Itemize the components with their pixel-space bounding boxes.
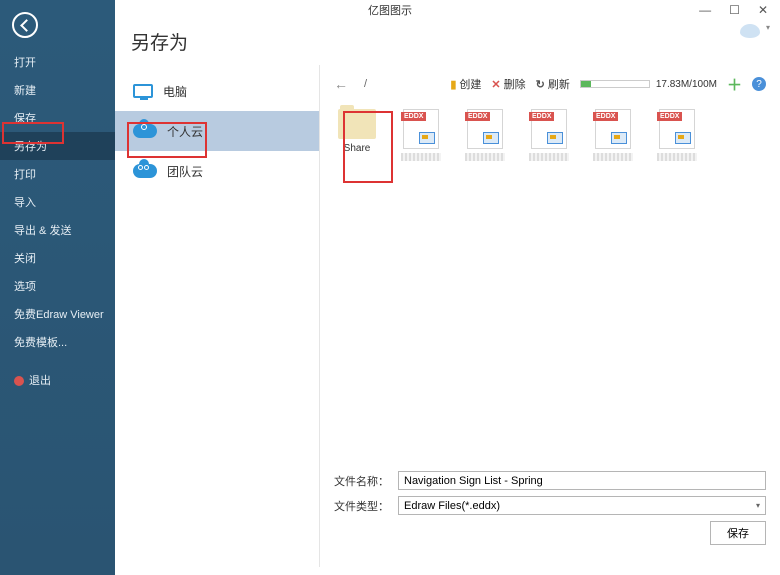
x-icon: ✕ — [491, 78, 500, 91]
file-explorer: ← / ▮创建 ✕删除 ↻刷新 17.83M/100M ＋ ? Share — [320, 65, 780, 567]
eddx-icon — [531, 109, 567, 149]
storage-quota: 17.83M/100M — [580, 79, 717, 90]
eddx-icon — [403, 109, 439, 149]
folder-plus-icon: ▮ — [450, 78, 456, 91]
location-team-cloud[interactable]: 团队云 — [115, 151, 319, 191]
maximize-button[interactable]: ☐ — [729, 3, 740, 17]
location-label: 团队云 — [167, 163, 203, 180]
filetype-select[interactable]: Edraw Files(*.eddx) — [398, 496, 766, 515]
location-personal-cloud[interactable]: 个人云 — [115, 111, 319, 151]
window-title: 亿图图示 — [368, 2, 412, 18]
team-cloud-icon — [133, 164, 157, 178]
filename-input[interactable] — [398, 471, 766, 490]
folder-share[interactable]: Share — [334, 109, 380, 161]
add-storage-button[interactable]: ＋ — [727, 74, 742, 95]
sidebar-item-templates[interactable]: 免费模板... — [0, 328, 115, 356]
sidebar-item-print[interactable]: 打印 — [0, 160, 115, 188]
file-item[interactable] — [590, 109, 636, 161]
filetype-label: 文件类型： — [334, 498, 390, 514]
file-label — [465, 153, 505, 161]
personal-cloud-icon — [133, 124, 157, 138]
close-button[interactable]: ✕ — [758, 3, 768, 17]
minimize-button[interactable]: — — [699, 3, 711, 17]
sidebar-item-close[interactable]: 关闭 — [0, 244, 115, 272]
file-item[interactable] — [654, 109, 700, 161]
breadcrumb[interactable]: / — [364, 78, 367, 90]
eddx-icon — [595, 109, 631, 149]
file-label — [529, 153, 569, 161]
location-computer[interactable]: 电脑 — [115, 71, 319, 111]
filename-label: 文件名称： — [334, 473, 390, 489]
help-button[interactable]: ? — [752, 77, 766, 91]
main-panel: 另存为 电脑 个人云 团队云 ← / ▮创建 ✕删除 ↻刷新 — [115, 0, 780, 575]
explorer-toolbar: ← / ▮创建 ✕删除 ↻刷新 17.83M/100M ＋ ? — [334, 73, 766, 95]
location-label: 个人云 — [167, 123, 203, 140]
file-label — [593, 153, 633, 161]
nav-back-icon[interactable]: ← — [334, 76, 348, 92]
save-button[interactable]: 保存 — [710, 521, 766, 545]
eddx-icon — [467, 109, 503, 149]
quota-text: 17.83M/100M — [656, 79, 717, 90]
sidebar-item-new[interactable]: 新建 — [0, 76, 115, 104]
create-button[interactable]: ▮创建 — [450, 76, 481, 92]
quota-bar — [580, 80, 650, 88]
sidebar-item-exit[interactable]: 退出 — [0, 366, 115, 394]
eddx-icon — [659, 109, 695, 149]
refresh-icon: ↻ — [536, 78, 545, 91]
file-label: Share — [344, 143, 371, 154]
sidebar-item-open[interactable]: 打开 — [0, 48, 115, 76]
delete-button[interactable]: ✕删除 — [491, 76, 525, 92]
sidebar-item-save[interactable]: 保存 — [0, 104, 115, 132]
location-label: 电脑 — [163, 83, 187, 100]
sidebar-item-saveas[interactable]: 另存为 — [0, 132, 115, 160]
file-label — [401, 153, 441, 161]
file-item[interactable] — [462, 109, 508, 161]
file-label — [657, 153, 697, 161]
file-item[interactable] — [398, 109, 444, 161]
titlebar: 亿图图示 — ☐ ✕ — [0, 0, 780, 20]
sidebar-item-export[interactable]: 导出 & 发送 — [0, 216, 115, 244]
file-item[interactable] — [526, 109, 572, 161]
sidebar-item-import[interactable]: 导入 — [0, 188, 115, 216]
sidebar: 打开 新建 保存 另存为 打印 导入 导出 & 发送 关闭 选项 免费Edraw… — [0, 0, 115, 575]
folder-icon — [338, 109, 376, 139]
refresh-button[interactable]: ↻刷新 — [536, 76, 570, 92]
sidebar-item-options[interactable]: 选项 — [0, 272, 115, 300]
location-list: 电脑 个人云 团队云 — [115, 65, 320, 567]
save-form: 文件名称： 文件类型： Edraw Files(*.eddx) 保存 — [334, 471, 766, 545]
file-grid: Share — [334, 109, 766, 161]
sidebar-item-viewer[interactable]: 免费Edraw Viewer — [0, 300, 115, 328]
computer-icon — [133, 84, 153, 98]
user-avatar[interactable] — [740, 24, 760, 38]
